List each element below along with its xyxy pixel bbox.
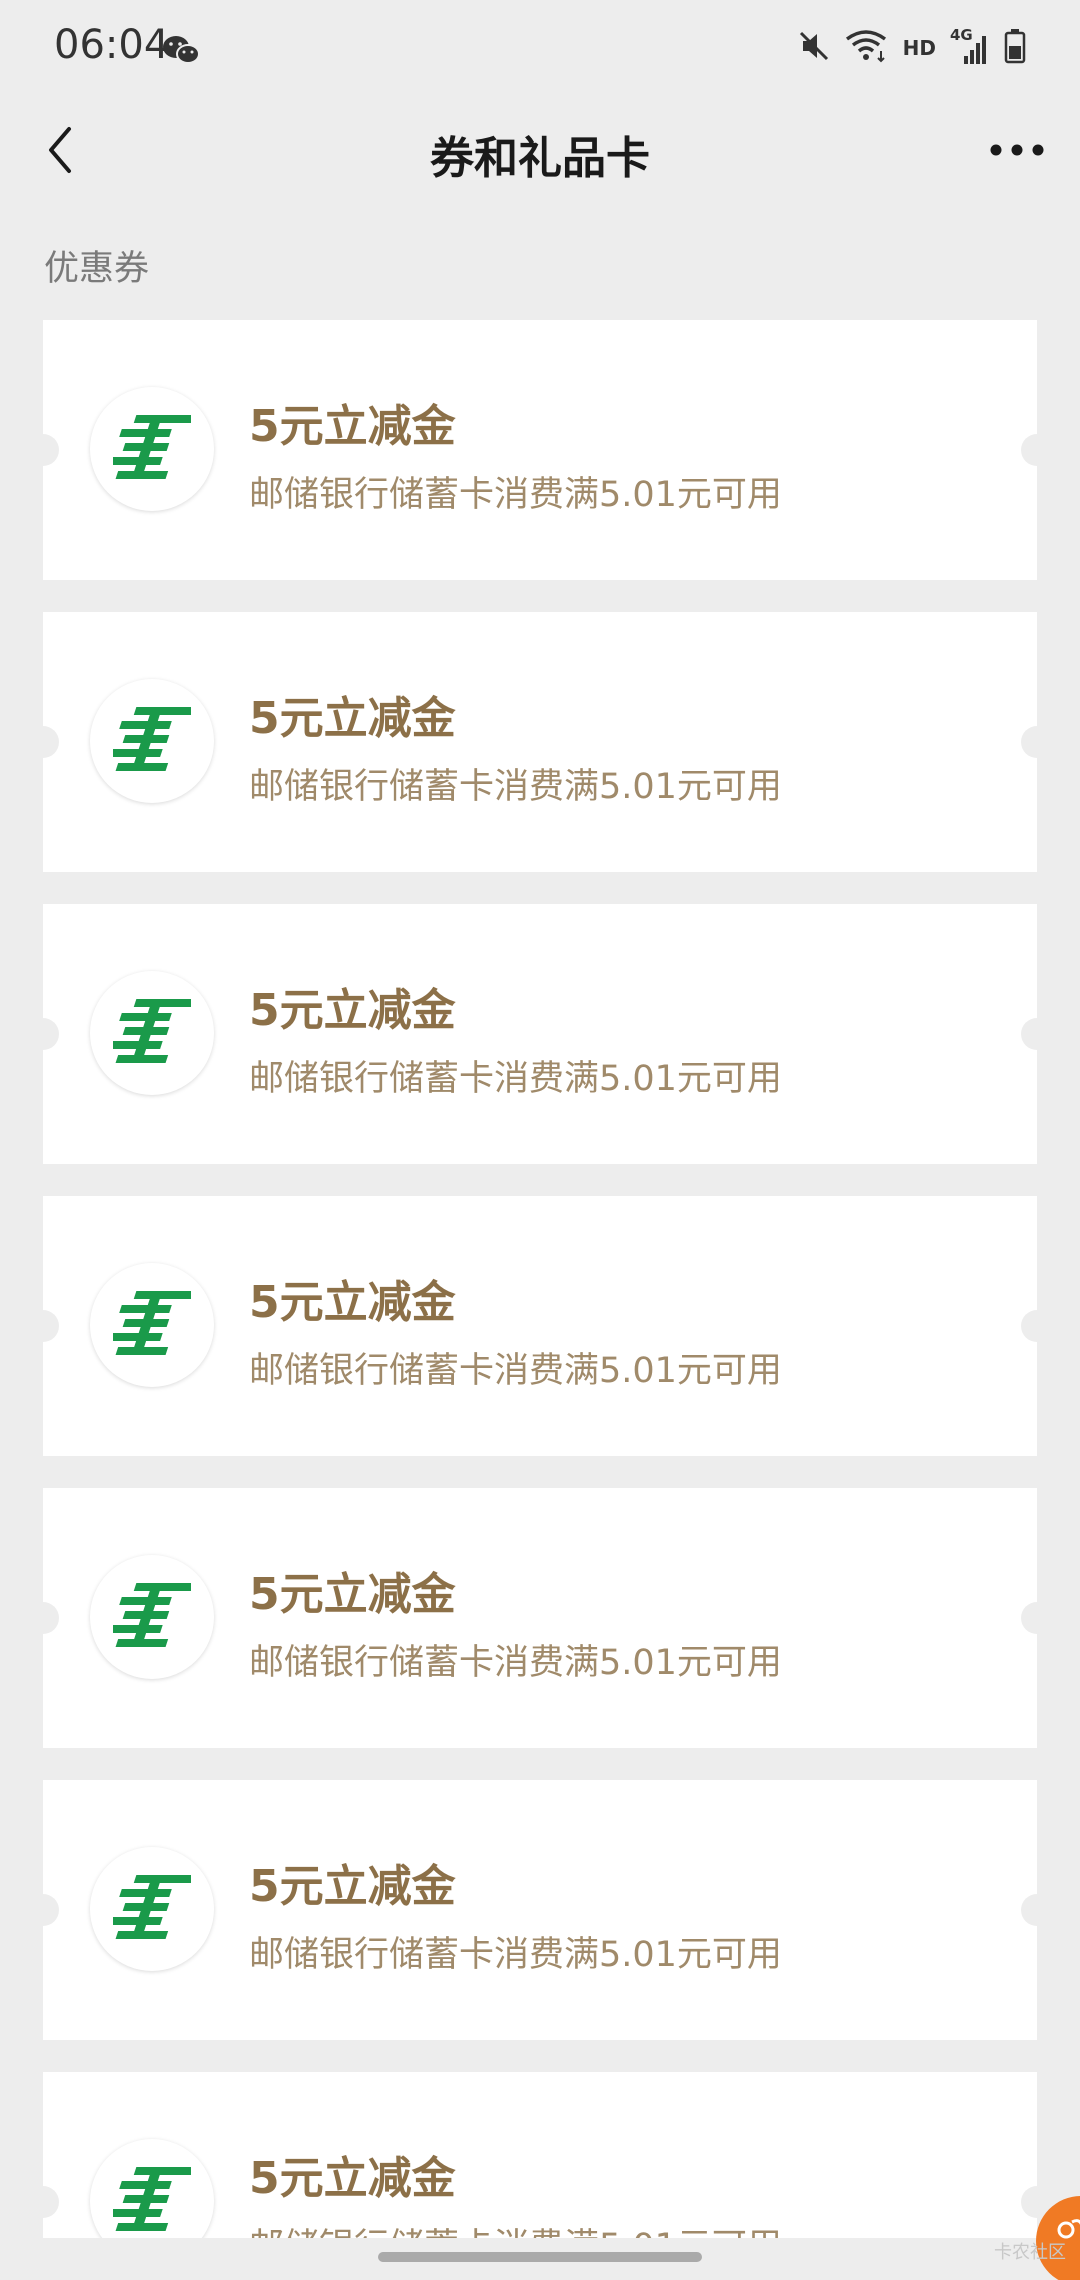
coupon-list: 5元立减金 邮储银行储蓄卡消费满5.01元可用 5元立减金 邮储银行储蓄卡消费满…	[27, 320, 1053, 2280]
section-title: 优惠券	[44, 249, 150, 289]
postal-bank-logo-icon	[90, 679, 214, 803]
coupon-title: 5元立减金	[249, 1861, 456, 1912]
coupon-desc: 邮储银行储蓄卡消费满5.01元可用	[249, 1059, 782, 1099]
screen: 06:04 HD 4G 券和礼品卡 优惠券 5元立减金 邮储银行储蓄卡消费满5.…	[0, 0, 1080, 2280]
nav-bar: 券和礼品卡	[0, 100, 1080, 200]
coupon-notch	[27, 1018, 59, 1050]
wifi-icon	[845, 29, 889, 67]
coupon-title: 5元立减金	[249, 1277, 456, 1328]
more-dots-icon	[990, 144, 1044, 156]
coupon-notch	[1021, 1018, 1053, 1050]
coupon-notch	[1021, 1602, 1053, 1634]
coupon-desc: 邮储银行储蓄卡消费满5.01元可用	[249, 1935, 782, 1975]
status-bar: 06:04 HD 4G	[0, 0, 1080, 100]
postal-bank-logo-icon	[90, 1847, 214, 1971]
coupon-card[interactable]: 5元立减金 邮储银行储蓄卡消费满5.01元可用	[27, 1780, 1053, 2040]
hd-label: HD	[902, 36, 936, 60]
coupon-notch	[1021, 1894, 1053, 1926]
postal-bank-logo-icon	[90, 1555, 214, 1679]
coupon-notch	[27, 726, 59, 758]
coupon-notch	[27, 1310, 59, 1342]
coupon-notch	[1021, 726, 1053, 758]
coupon-notch	[27, 2186, 59, 2218]
wechat-icon	[162, 34, 200, 70]
status-time: 06:04	[54, 22, 170, 68]
coupon-card[interactable]: 5元立减金 邮储银行储蓄卡消费满5.01元可用	[27, 320, 1053, 580]
coupon-notch	[27, 434, 59, 466]
home-indicator[interactable]	[378, 2252, 702, 2262]
coupon-desc: 邮储银行储蓄卡消费满5.01元可用	[249, 1643, 782, 1683]
coupon-notch	[27, 1602, 59, 1634]
mute-icon	[797, 29, 831, 67]
coupon-notch	[1021, 1310, 1053, 1342]
postal-bank-logo-icon	[90, 1263, 214, 1387]
signal-icon: 4G	[950, 26, 990, 66]
coupon-notch	[1021, 434, 1053, 466]
status-icons: HD 4G	[797, 26, 1026, 68]
coupon-card[interactable]: 5元立减金 邮储银行储蓄卡消费满5.01元可用	[27, 1196, 1053, 1456]
watermark: 卡农社区	[994, 2242, 1066, 2263]
more-button[interactable]	[982, 122, 1052, 178]
coupon-title: 5元立减金	[249, 1569, 456, 1620]
battery-icon	[1004, 28, 1026, 68]
coupon-title: 5元立减金	[249, 985, 456, 1036]
coupon-title: 5元立减金	[249, 2153, 456, 2204]
coupon-desc: 邮储银行储蓄卡消费满5.01元可用	[249, 1351, 782, 1391]
coupon-card[interactable]: 5元立减金 邮储银行储蓄卡消费满5.01元可用	[27, 904, 1053, 1164]
coupon-title: 5元立减金	[249, 693, 456, 744]
postal-bank-logo-icon	[90, 387, 214, 511]
coupon-desc: 邮储银行储蓄卡消费满5.01元可用	[249, 475, 782, 515]
coupon-title: 5元立减金	[249, 401, 456, 452]
coupon-card[interactable]: 5元立减金 邮储银行储蓄卡消费满5.01元可用	[27, 1488, 1053, 1748]
coupon-desc: 邮储银行储蓄卡消费满5.01元可用	[249, 767, 782, 807]
postal-bank-logo-icon	[90, 971, 214, 1095]
coupon-card[interactable]: 5元立减金 邮储银行储蓄卡消费满5.01元可用	[27, 612, 1053, 872]
page-title: 券和礼品卡	[430, 133, 650, 184]
coupon-notch	[27, 1894, 59, 1926]
